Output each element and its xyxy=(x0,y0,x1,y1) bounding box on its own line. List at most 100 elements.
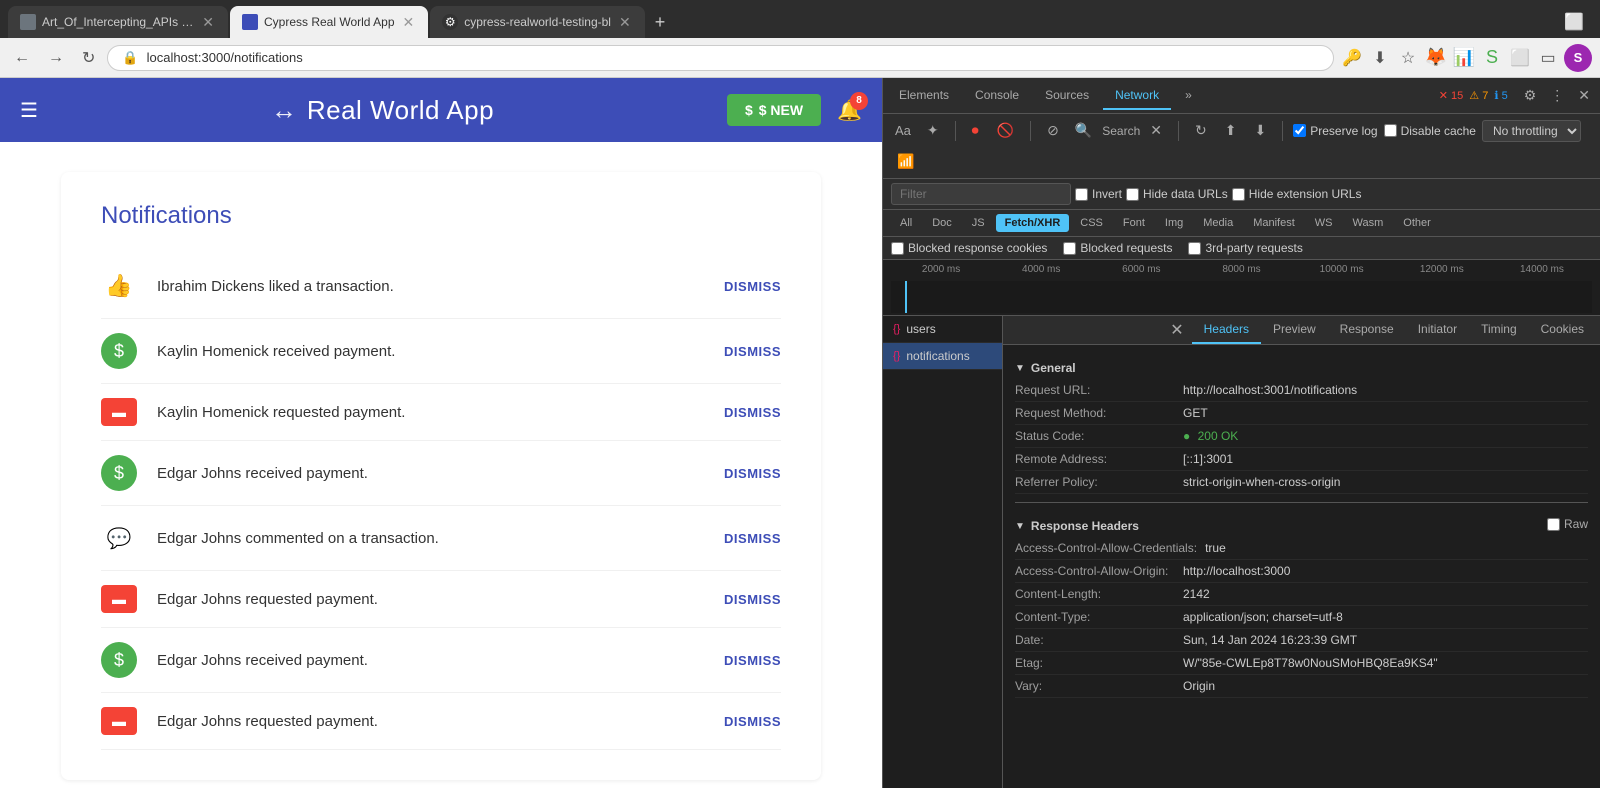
detail-content: ▼ General Request URL: http://localhost:… xyxy=(1003,345,1600,788)
tab-close-cypress[interactable]: ✕ xyxy=(401,12,417,33)
blocked-cookies-label[interactable]: Blocked response cookies xyxy=(891,241,1047,255)
sidebar-icon[interactable]: ▭ xyxy=(1536,46,1560,70)
status-ok-dot: ● xyxy=(1183,429,1190,443)
profile-icon[interactable]: S xyxy=(1564,44,1592,72)
filter-type-btn-manifest[interactable]: Manifest xyxy=(1244,214,1304,232)
back-button[interactable]: ← xyxy=(8,45,36,71)
extension-icon1[interactable]: 🦊 xyxy=(1424,46,1448,70)
preserve-log-checkbox[interactable] xyxy=(1293,124,1306,137)
raw-checkbox-label[interactable]: Raw xyxy=(1547,517,1588,531)
clear-button[interactable]: 🚫 xyxy=(991,118,1020,143)
reload-button[interactable]: ↻ xyxy=(76,44,101,72)
detail-tab-initiator[interactable]: Initiator xyxy=(1406,316,1469,344)
tab-sources[interactable]: Sources xyxy=(1033,82,1101,110)
blocked-cookies-checkbox[interactable] xyxy=(891,242,904,255)
blocked-requests-label[interactable]: Blocked requests xyxy=(1063,241,1172,255)
dismiss-button[interactable]: DISMISS xyxy=(724,466,781,481)
detail-tab-response[interactable]: Response xyxy=(1328,316,1406,344)
filter-type-btn-other[interactable]: Other xyxy=(1394,214,1440,232)
key-icon[interactable]: 🔑 xyxy=(1340,46,1364,70)
extension-icon3[interactable]: S xyxy=(1480,46,1504,70)
detail-close-btn[interactable]: ✕ xyxy=(1162,320,1191,340)
preserve-log-checkbox-label[interactable]: Preserve log xyxy=(1293,124,1377,138)
upload-btn[interactable]: ⬆ xyxy=(1219,118,1243,143)
tab-close-art[interactable]: ✕ xyxy=(200,12,216,33)
raw-checkbox[interactable] xyxy=(1547,518,1560,531)
third-party-checkbox[interactable] xyxy=(1188,242,1201,255)
notification-text: Edgar Johns requested payment. xyxy=(157,591,704,608)
dismiss-button[interactable]: DISMISS xyxy=(724,592,781,607)
hide-ext-urls-label[interactable]: Hide extension URLs xyxy=(1232,187,1362,201)
filter-type-btn-fetch-xhr[interactable]: Fetch/XHR xyxy=(996,214,1070,232)
dismiss-button[interactable]: DISMISS xyxy=(724,653,781,668)
tab-github[interactable]: ⚙ cypress-realworld-testing-bl ✕ xyxy=(430,6,644,38)
filter-type-btn-img[interactable]: Img xyxy=(1156,214,1192,232)
tab-cypress[interactable]: Cypress Real World App ✕ xyxy=(230,6,428,38)
third-party-label[interactable]: 3rd-party requests xyxy=(1188,241,1302,255)
filter-row: Invert Hide data URLs Hide extension URL… xyxy=(883,179,1600,210)
filter-type-btn-all[interactable]: All xyxy=(891,214,921,232)
dismiss-button[interactable]: DISMISS xyxy=(724,279,781,294)
disable-cache-checkbox[interactable] xyxy=(1384,124,1397,137)
general-section-header[interactable]: ▼ General xyxy=(1015,353,1588,379)
extension-icon4[interactable]: ⬜ xyxy=(1508,46,1532,70)
wifi-btn[interactable]: 📶 xyxy=(891,149,920,174)
detail-tab-cookies[interactable]: Cookies xyxy=(1529,316,1596,344)
hide-ext-urls-checkbox[interactable] xyxy=(1232,188,1245,201)
search-close-btn[interactable]: ✕ xyxy=(1144,118,1168,143)
search-button[interactable]: 🔍 xyxy=(1069,118,1098,143)
filter-input[interactable] xyxy=(891,183,1071,205)
filter-type-btn-doc[interactable]: Doc xyxy=(923,214,961,232)
filter-type-btn-js[interactable]: JS xyxy=(963,214,994,232)
address-bar[interactable]: 🔒 localhost:3000/notifications xyxy=(107,45,1334,71)
tab-elements[interactable]: Elements xyxy=(887,82,961,110)
download-icon[interactable]: ⬇ xyxy=(1368,46,1392,70)
disable-cache-checkbox-label[interactable]: Disable cache xyxy=(1384,124,1476,138)
response-headers-section-header[interactable]: ▼ Response Headers xyxy=(1015,511,1139,537)
tab-close-github[interactable]: ✕ xyxy=(617,12,633,33)
tab-art[interactable]: Art_Of_Intercepting_APIs - C ✕ xyxy=(8,6,228,38)
request-item-users[interactable]: {}users xyxy=(883,316,1002,343)
extension-icon2[interactable]: 📊 xyxy=(1452,46,1476,70)
filter-button[interactable]: ⊘ xyxy=(1041,118,1065,143)
dismiss-button[interactable]: DISMISS xyxy=(724,714,781,729)
tab-network[interactable]: Network xyxy=(1103,82,1171,110)
dismiss-button[interactable]: DISMISS xyxy=(724,344,781,359)
filter-type-btn-css[interactable]: CSS xyxy=(1071,214,1112,232)
devtools-settings-btn[interactable]: ⚙ xyxy=(1518,83,1543,108)
new-transaction-button[interactable]: $ $ NEW xyxy=(727,94,821,126)
dismiss-button[interactable]: DISMISS xyxy=(724,405,781,420)
bell-button[interactable]: 🔔 8 xyxy=(837,98,862,123)
response-header-key: Access-Control-Allow-Origin: xyxy=(1015,562,1175,580)
invert-checkbox-label[interactable]: Invert xyxy=(1075,187,1122,201)
hide-data-urls-label[interactable]: Hide data URLs xyxy=(1126,187,1228,201)
timeline-indicator xyxy=(905,281,907,313)
blocked-requests-checkbox[interactable] xyxy=(1063,242,1076,255)
maximize-button[interactable]: ⬜ xyxy=(1556,12,1592,32)
dismiss-button[interactable]: DISMISS xyxy=(724,531,781,546)
detail-tab-timing[interactable]: Timing xyxy=(1469,316,1529,344)
bookmark-icon[interactable]: ☆ xyxy=(1396,46,1420,70)
general-section-body: Request URL: http://localhost:3001/notif… xyxy=(1015,379,1588,494)
hide-data-urls-checkbox[interactable] xyxy=(1126,188,1139,201)
tab-more[interactable]: » xyxy=(1173,82,1204,110)
detail-tab-headers[interactable]: Headers xyxy=(1192,316,1261,344)
download-btn[interactable]: ⬇ xyxy=(1248,118,1272,143)
record-button[interactable]: ⏺ xyxy=(966,118,985,143)
filter-type-btn-font[interactable]: Font xyxy=(1114,214,1154,232)
hamburger-button[interactable]: ☰ xyxy=(20,98,38,123)
invert-checkbox[interactable] xyxy=(1075,188,1088,201)
filter-type-btn-wasm[interactable]: Wasm xyxy=(1344,214,1393,232)
forward-button[interactable]: → xyxy=(42,45,70,71)
tab-console[interactable]: Console xyxy=(963,82,1031,110)
new-tab-button[interactable]: + xyxy=(647,12,674,33)
text-settings-btn[interactable]: ✦ xyxy=(921,118,945,143)
devtools-close-btn[interactable]: ✕ xyxy=(1572,83,1596,108)
filter-type-btn-ws[interactable]: WS xyxy=(1306,214,1342,232)
reload-icon-btn[interactable]: ↻ xyxy=(1189,118,1213,143)
detail-tab-preview[interactable]: Preview xyxy=(1261,316,1328,344)
devtools-more-btn[interactable]: ⋮ xyxy=(1544,83,1570,108)
throttle-select[interactable]: No throttling xyxy=(1482,120,1581,142)
request-item-notifications[interactable]: {}notifications xyxy=(883,343,1002,370)
filter-type-btn-media[interactable]: Media xyxy=(1194,214,1242,232)
